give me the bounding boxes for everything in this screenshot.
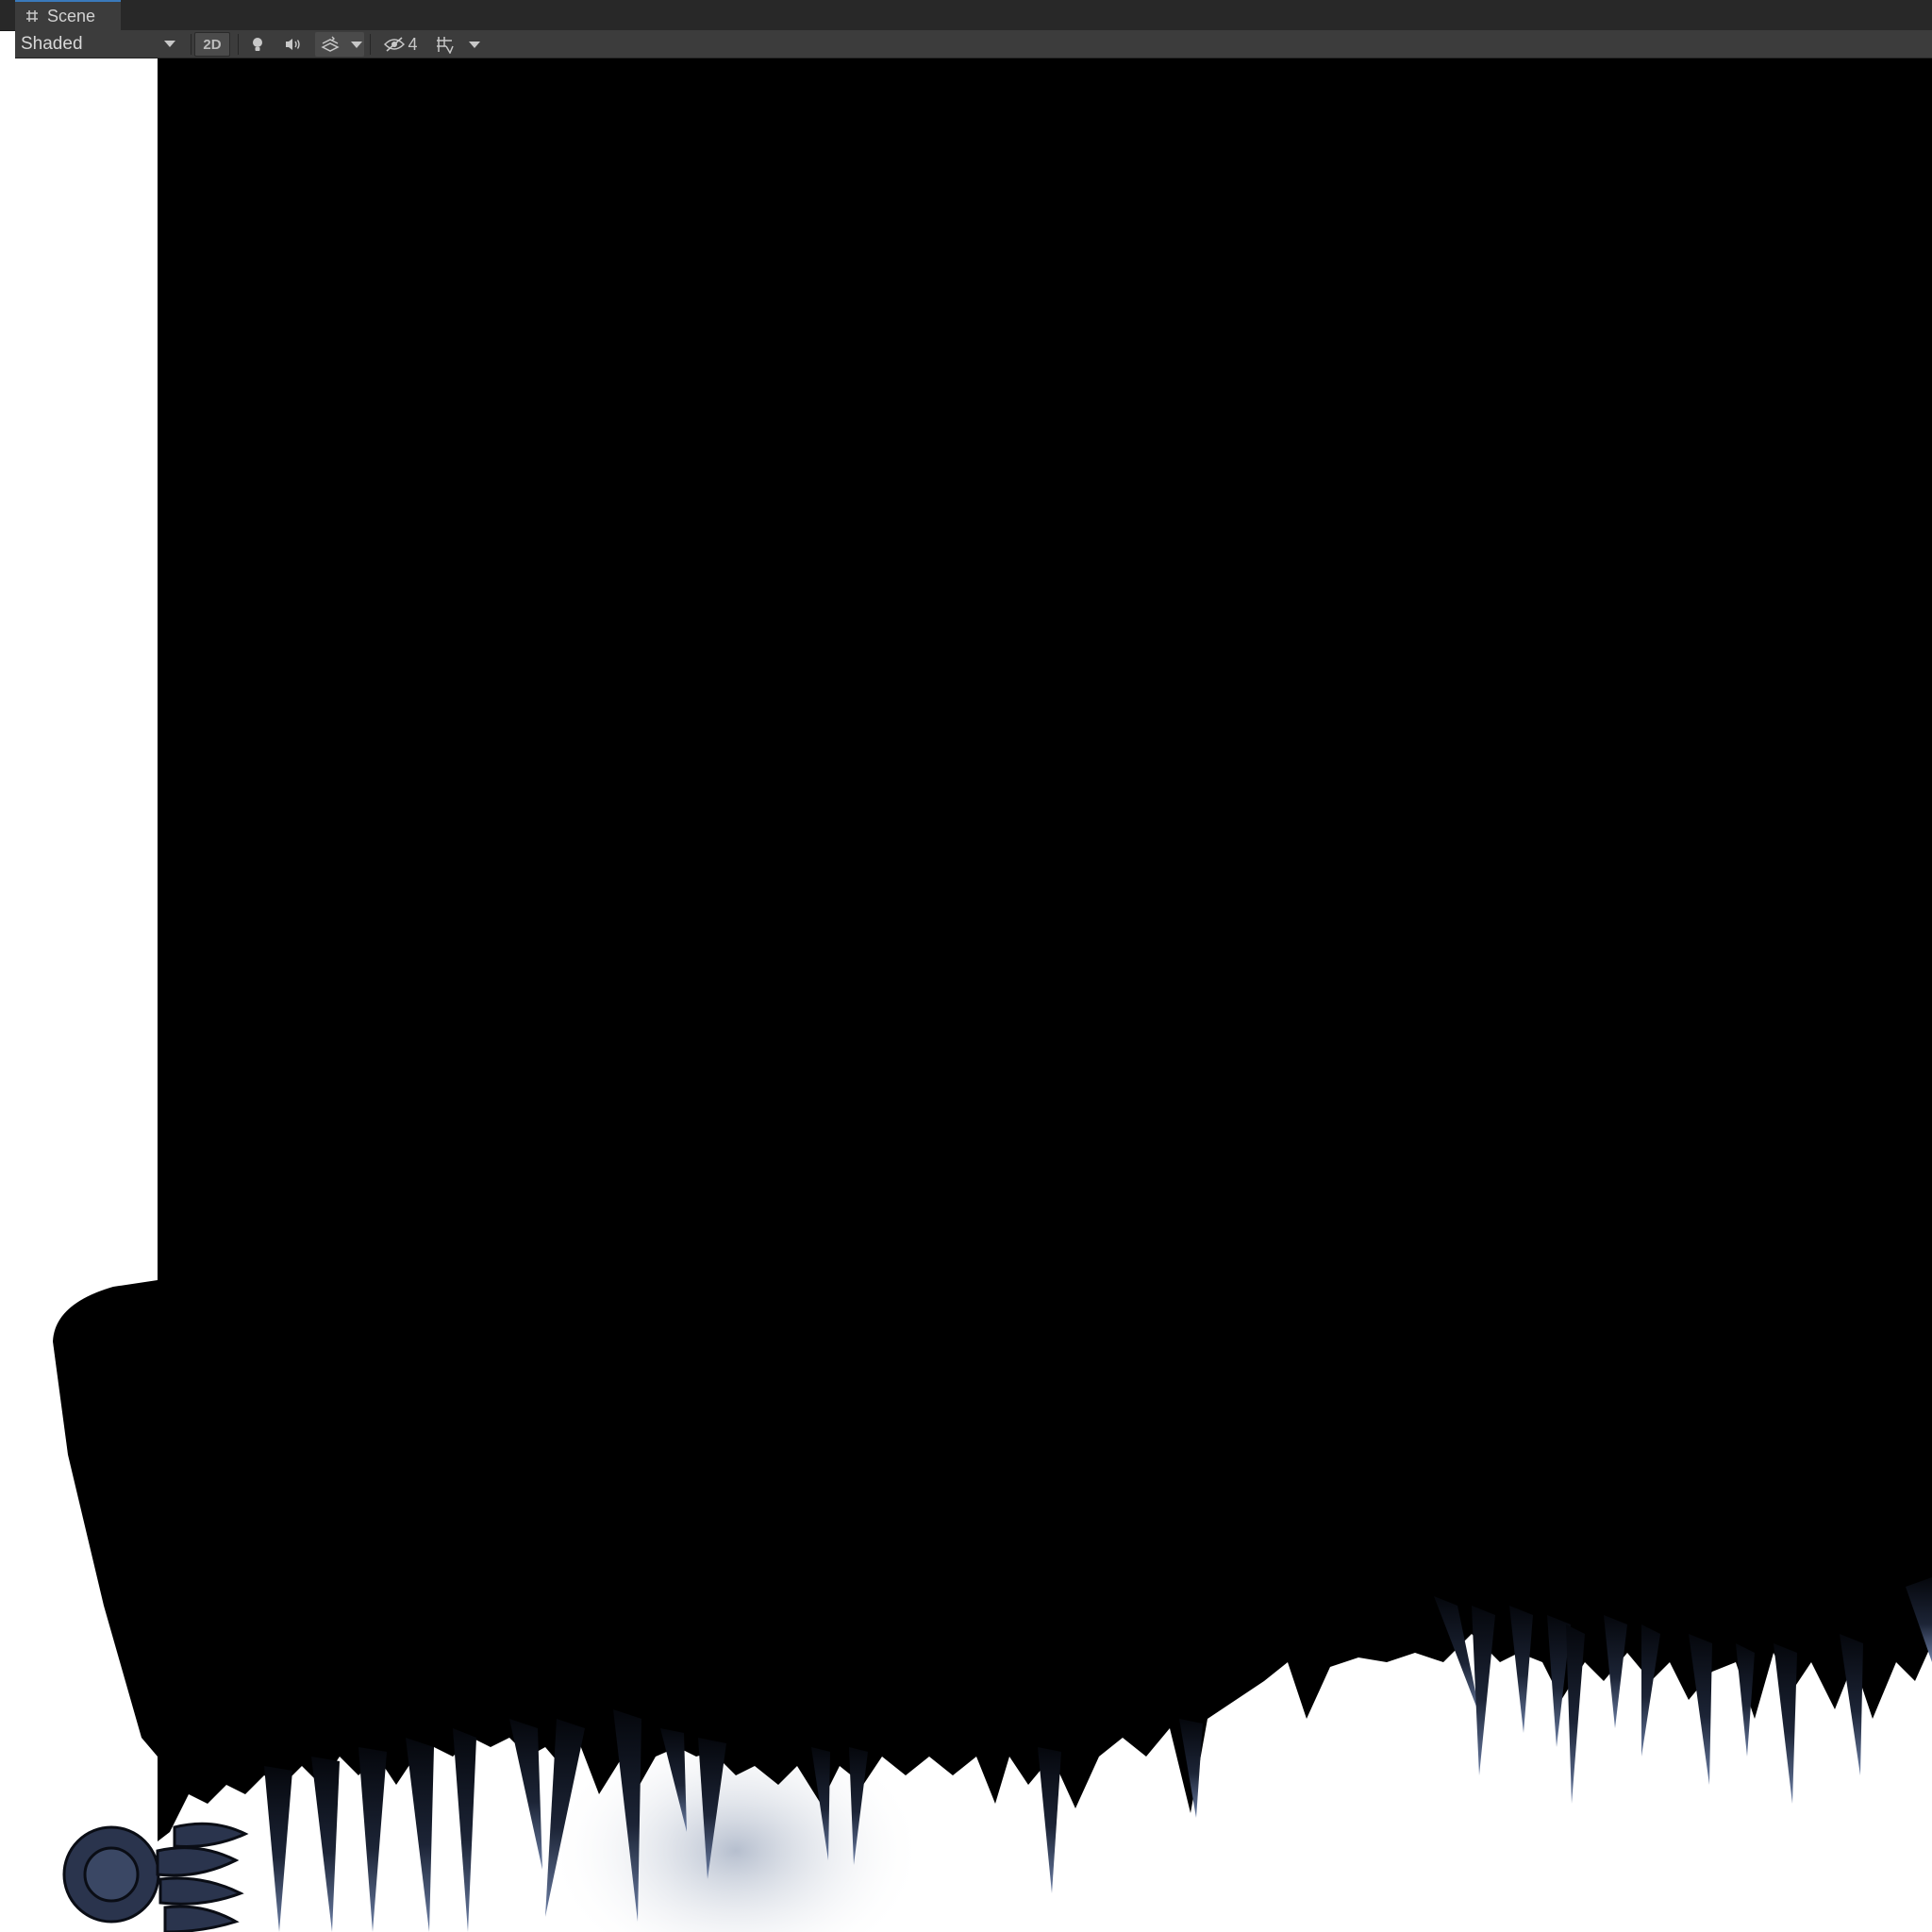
gizmos-dropdown-button[interactable] xyxy=(464,32,485,57)
crystal xyxy=(264,1766,292,1932)
effects-icon xyxy=(321,36,340,52)
left-cliff xyxy=(53,1280,158,1757)
light-bulb-icon xyxy=(253,38,262,51)
crystal xyxy=(406,1738,434,1932)
effects-toggle-button[interactable] xyxy=(315,32,364,57)
2d-mode-button[interactable]: 2D xyxy=(194,32,230,57)
scene-viewport[interactable] xyxy=(0,58,1932,1932)
scene-toolbar: Shaded 2D 4 xyxy=(15,30,1932,58)
chevron-down-icon xyxy=(164,41,175,47)
crystal xyxy=(1840,1634,1863,1775)
crystal xyxy=(509,1719,542,1870)
crystal xyxy=(358,1747,387,1932)
gizmos-icon xyxy=(437,37,454,54)
toolbar-separator xyxy=(238,34,239,55)
chevron-down-icon xyxy=(469,41,480,48)
toolbar-separator xyxy=(191,34,192,55)
gizmos-button[interactable] xyxy=(430,32,458,57)
crystal xyxy=(1774,1643,1797,1804)
crystal xyxy=(311,1757,340,1932)
audio-toggle-button[interactable] xyxy=(279,32,308,57)
cave-ceiling-mass xyxy=(158,58,1932,1841)
lighting-toggle-button[interactable] xyxy=(243,32,272,57)
scene-tab-label: Scene xyxy=(47,6,96,25)
coiled-ornament xyxy=(62,1822,249,1932)
crystal xyxy=(1641,1624,1660,1757)
draw-mode-label: Shaded xyxy=(21,34,83,54)
crystal xyxy=(1566,1624,1585,1804)
chevron-down-icon[interactable] xyxy=(351,41,362,48)
editor-tab-bar: Scene xyxy=(0,0,1932,31)
crystal xyxy=(1509,1606,1533,1733)
crystal xyxy=(1038,1747,1061,1893)
crystal xyxy=(1689,1634,1712,1785)
hidden-count: 4 xyxy=(408,34,418,54)
crystal xyxy=(453,1728,476,1932)
visibility-icon xyxy=(384,37,406,52)
grid-hash-icon xyxy=(26,10,38,22)
cave-scene-artwork xyxy=(53,58,1932,1932)
toolbar-separator xyxy=(370,34,371,55)
scene-visibility-button[interactable]: 4 xyxy=(375,32,426,57)
draw-mode-dropdown[interactable]: Shaded xyxy=(15,30,181,58)
2d-mode-label: 2D xyxy=(203,36,222,53)
scene-tab[interactable]: Scene xyxy=(15,0,121,30)
audio-icon xyxy=(286,39,300,50)
